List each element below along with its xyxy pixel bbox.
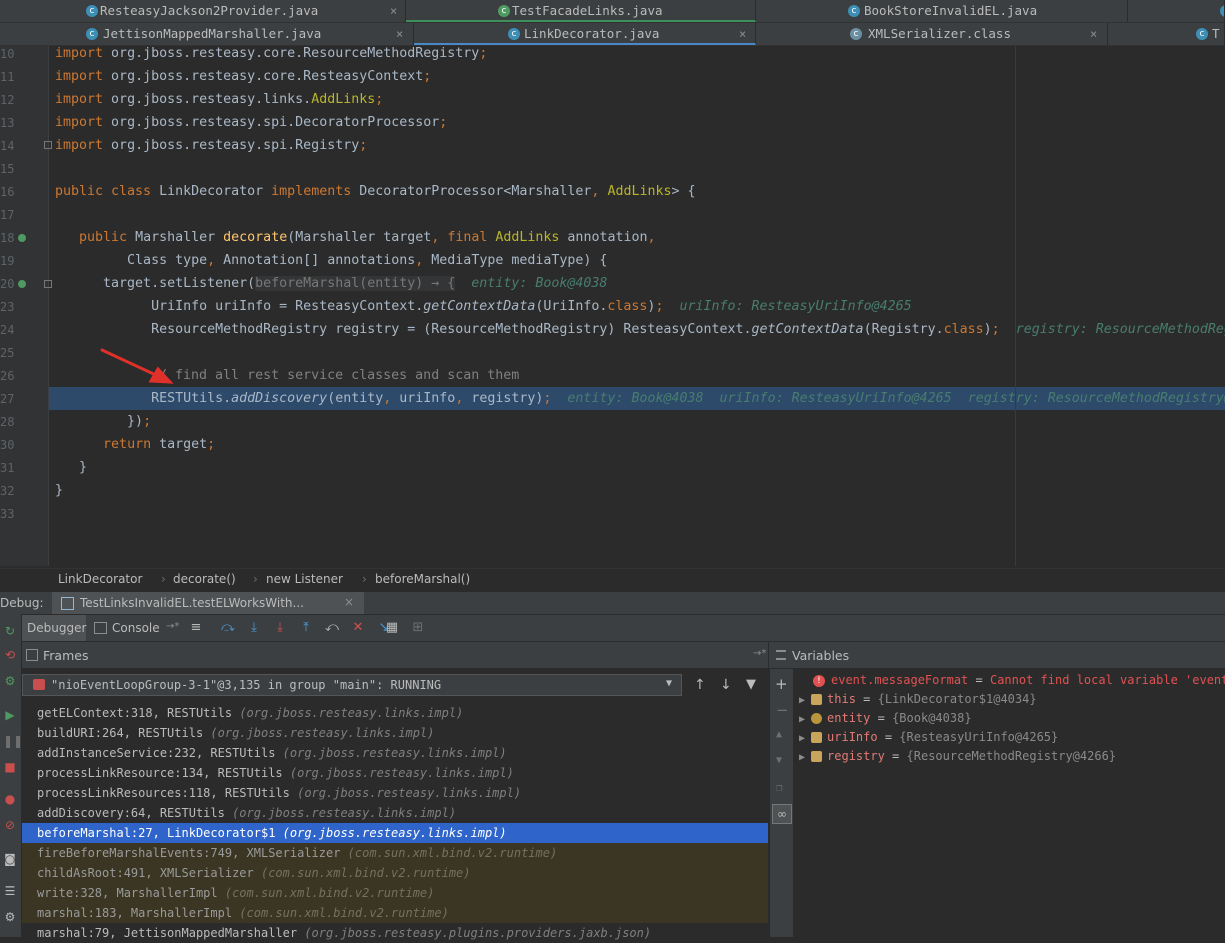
stack-frame[interactable]: processLinkResources:118, RESTUtils (org… (22, 783, 768, 803)
variables-header: Variables (769, 642, 1225, 669)
modify-run-icon[interactable]: ⚙ (3, 674, 17, 688)
stack-frame[interactable]: processLinkResource:134, RESTUtils (org.… (22, 763, 768, 783)
show-watches-icon[interactable]: ∞ (772, 804, 792, 824)
stack-frame[interactable]: buildURI:264, RESTUtils (org.jboss.reste… (22, 723, 768, 743)
breadcrumb: LinkDecorator › decorate() › new Listene… (0, 568, 1225, 591)
expand-arrow-icon: ▶ (799, 752, 806, 763)
step-over-icon[interactable]: ⤼ (220, 620, 236, 636)
expand-arrow-icon: ▶ (799, 733, 806, 744)
stack-frame-library[interactable]: marshal:183, MarshallerImpl (com.sun.xml… (22, 903, 768, 923)
chevron-down-icon: ▼ (666, 678, 673, 689)
parameter-icon (811, 713, 823, 724)
variables-icon (776, 650, 786, 660)
frame-up-icon[interactable]: ↑ (694, 677, 706, 693)
move-down-icon[interactable]: ▼ (776, 755, 782, 766)
restart-icon[interactable]: ⟲ (3, 648, 17, 662)
run-to-cursor-icon[interactable]: ✕ (350, 620, 366, 636)
breadcrumb-method[interactable]: decorate() (173, 572, 236, 586)
breadcrumb-beforemarshal[interactable]: beforeMarshal() (375, 572, 470, 586)
force-step-into-icon[interactable]: ⤓ (272, 620, 288, 636)
tab-console[interactable]: Console →* (90, 615, 182, 641)
pause-icon[interactable]: ❚❚ (3, 734, 23, 748)
expand-arrow-icon: ▶ (799, 695, 806, 706)
stop-icon[interactable]: ■ (3, 760, 17, 774)
trace-icon[interactable]: ⊞ (410, 620, 426, 636)
frames-panel: "nioEventLoopGroup-3-1"@3,135 in group "… (22, 669, 768, 940)
close-session-icon[interactable]: × (344, 595, 354, 609)
thread-selector[interactable]: "nioEventLoopGroup-3-1"@3,135 in group "… (22, 674, 682, 696)
stack-frame-library[interactable]: fireBeforeMarshalEvents:749, XMLSerializ… (22, 843, 768, 863)
frame-down-icon[interactable]: ↓ (720, 677, 732, 693)
debug-left-toolbar: ↻ ⟲ ⚙ ▶ ❚❚ ■ ● ⊘ ◙ ☰ ⚙ (0, 614, 23, 937)
remove-watch-icon[interactable]: − (776, 701, 789, 719)
stack-frame[interactable]: getELContext:318, RESTUtils (org.jboss.r… (22, 703, 768, 723)
test-run-icon (61, 597, 74, 610)
field-icon (811, 694, 823, 705)
tab-debugger[interactable]: Debugger (22, 615, 86, 641)
debugger-toolbar: Debugger Console →* ≡ ⤼ ⤓ ⤓ ⤒ ⤺ ✕ ↘ ▦ ⊞ (22, 614, 1225, 642)
view-breakpoints-icon[interactable]: ● (3, 792, 17, 806)
frames-icon (26, 649, 38, 661)
stack-frame[interactable]: addInstanceService:232, RESTUtils (org.j… (22, 743, 768, 763)
variables-panel: ! event.messageFormat = Cannot find local… (793, 669, 1225, 937)
resume-icon[interactable]: ▶ (3, 708, 17, 722)
step-out-icon[interactable]: ⤒ (298, 620, 314, 636)
debug-tool-window-header: Debug: TestLinksInvalidEL.testELWorksWit… (0, 591, 1225, 614)
expand-arrow-icon: ▶ (799, 714, 806, 725)
watches-toolbar: + − ▲ ▼ ❐ ∞ (769, 669, 794, 937)
drop-frame-icon[interactable]: ⤺ (324, 620, 340, 636)
gear-icon[interactable]: ⚙ (3, 910, 17, 924)
breadcrumb-listener[interactable]: new Listener (266, 572, 343, 586)
console-icon (94, 622, 107, 634)
mute-breakpoints-icon[interactable]: ⊘ (3, 818, 17, 832)
debug-label: Debug: (0, 596, 44, 610)
show-execution-point-icon[interactable]: ≡ (188, 620, 204, 636)
variable-row[interactable]: ▶ uriInfo = {ResteasyUriInfo@4265} (799, 728, 1058, 747)
frames-header: Frames →* (22, 642, 768, 669)
stack-frame-library[interactable]: childAsRoot:491, XMLSerializer (com.sun.… (22, 863, 768, 883)
camera-icon[interactable]: ◙ (3, 852, 17, 866)
step-into-icon[interactable]: ⤓ (246, 620, 262, 636)
variable-row[interactable]: ▶ registry = {ResourceMethodRegistry@4266… (799, 747, 1116, 766)
calculator-icon[interactable]: ▦ (384, 620, 400, 636)
add-watch-icon[interactable]: + (775, 675, 788, 693)
stack-frame-library[interactable]: write:328, MarshallerImpl (com.sun.xml.b… (22, 883, 768, 903)
variable-row-error[interactable]: ! event.messageFormat = Cannot find local… (813, 671, 1225, 690)
copy-icon[interactable]: ❐ (776, 781, 783, 794)
arrow-to-comment (100, 348, 162, 379)
variable-row[interactable]: ▶ entity = {Book@4038} (799, 709, 972, 728)
stack-frame-selected[interactable]: beforeMarshal:27, LinkDecorator$1 (org.j… (22, 823, 768, 843)
error-icon: ! (813, 674, 825, 687)
filter-icon[interactable]: ▼ (746, 677, 756, 692)
move-up-icon[interactable]: ▲ (776, 729, 782, 740)
rerun-icon[interactable]: ↻ (3, 624, 17, 638)
layout-icon[interactable]: ☰ (3, 884, 17, 898)
breadcrumb-class[interactable]: LinkDecorator (58, 572, 142, 586)
field-icon (811, 732, 823, 743)
thread-icon (33, 679, 45, 690)
debug-session-tab[interactable]: TestLinksInvalidEL.testELWorksWith... × (52, 592, 364, 614)
stack-frame[interactable]: addDiscovery:64, RESTUtils (org.jboss.re… (22, 803, 768, 823)
stack-frame[interactable]: marshal:79, JettisonMappedMarshaller (or… (22, 923, 768, 943)
arrow-head (148, 366, 174, 384)
variable-row[interactable]: ▶ this = {LinkDecorator$1@4034} (799, 690, 1037, 709)
field-icon (811, 751, 823, 762)
